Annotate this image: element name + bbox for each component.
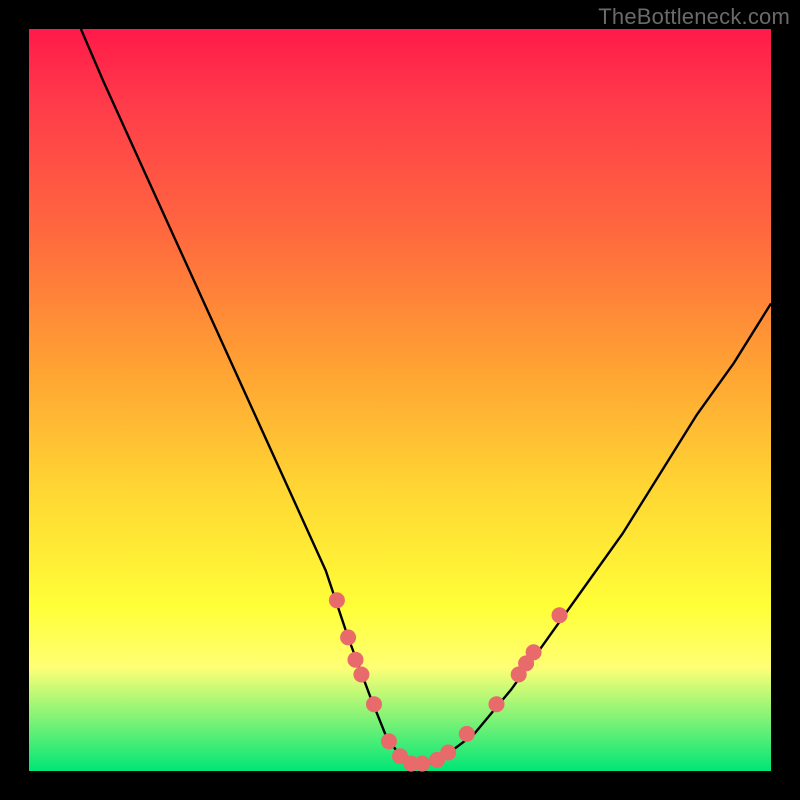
curve-marker	[440, 745, 456, 761]
chart-plot-area	[29, 29, 771, 771]
curve-marker	[366, 696, 382, 712]
curve-marker	[526, 644, 542, 660]
bottleneck-curve	[81, 29, 771, 764]
curve-marker	[489, 696, 505, 712]
curve-marker	[329, 592, 345, 608]
attribution-text: TheBottleneck.com	[598, 4, 790, 30]
curve-marker	[340, 629, 356, 645]
curve-marker	[552, 607, 568, 623]
curve-marker	[381, 733, 397, 749]
curve-marker	[348, 652, 364, 668]
chart-svg	[29, 29, 771, 771]
curve-marker	[353, 667, 369, 683]
curve-marker	[459, 726, 475, 742]
curve-marker	[414, 756, 430, 772]
